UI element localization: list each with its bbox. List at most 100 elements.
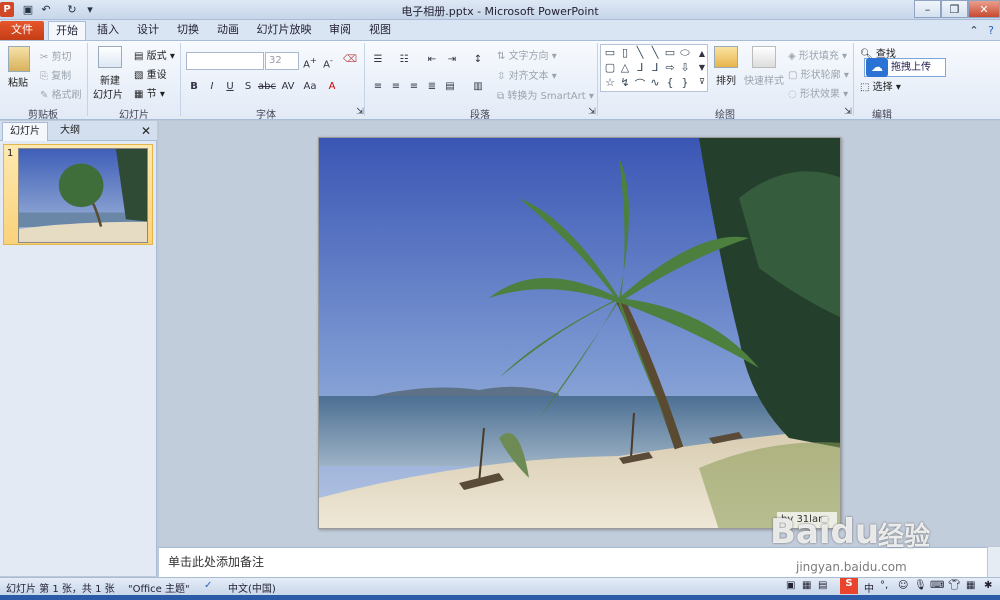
align-left-icon[interactable]: ≡ xyxy=(370,79,386,95)
ime-settings-icon[interactable]: ✱ xyxy=(984,580,992,591)
shape-arc-icon[interactable]: ⌒ xyxy=(633,76,647,92)
line-spacing-icon[interactable]: ↕ xyxy=(470,52,486,68)
shape-star-icon[interactable]: ☆ xyxy=(603,76,617,89)
close-panel-icon[interactable]: ✕ xyxy=(138,122,154,141)
slide-thumbnail-image[interactable] xyxy=(18,148,148,243)
cut-button[interactable]: ✂ 剪切 xyxy=(40,48,72,63)
new-slide-label[interactable]: 新建 xyxy=(100,72,120,87)
char-spacing-icon[interactable]: AV xyxy=(280,79,296,95)
shape-fill-button[interactable]: ◈ 形状填充 ▾ xyxy=(788,47,847,62)
shape-brace-right-icon[interactable]: } xyxy=(678,76,692,89)
ime-punct-icon[interactable]: °, xyxy=(880,580,888,591)
bold-icon[interactable]: B xyxy=(186,79,202,95)
tab-review[interactable]: 审阅 xyxy=(322,21,358,40)
italic-icon[interactable]: I xyxy=(204,79,220,95)
shape-brace-left-icon[interactable]: { xyxy=(663,76,677,89)
justify-icon[interactable]: ≣ xyxy=(424,79,440,95)
quick-styles-button[interactable]: 快速样式 xyxy=(744,72,784,87)
shape-line2-icon[interactable]: ╲ xyxy=(648,46,662,59)
tab-insert[interactable]: 插入 xyxy=(90,21,126,40)
shape-effects-button[interactable]: ◌ 形状效果 ▾ xyxy=(788,85,848,100)
section-button[interactable]: ▦ 节 ▾ xyxy=(134,85,165,100)
arrange-icon[interactable] xyxy=(714,46,738,68)
decrease-indent-icon[interactable]: ⇤ xyxy=(424,52,440,68)
shapes-more-icon[interactable]: ⊽ xyxy=(694,74,710,90)
shape-arrow-right-icon[interactable]: ⇨ xyxy=(663,61,677,74)
select-button[interactable]: ⬚ 选择 ▾ xyxy=(860,78,901,93)
shape-freeform-icon[interactable]: ∿ xyxy=(648,76,662,89)
layout-button[interactable]: ▤ 版式 ▾ xyxy=(134,47,175,62)
close-button[interactable]: ✕ xyxy=(968,0,1000,18)
new-slide-icon[interactable] xyxy=(98,46,122,68)
shape-oval-icon[interactable]: ⬭ xyxy=(678,46,692,60)
shape-line-icon[interactable]: ╲ xyxy=(633,46,647,59)
shape-rect-icon[interactable]: ▭ xyxy=(663,46,677,59)
columns-icon[interactable]: ▥ xyxy=(470,79,486,95)
notes-scrollbar[interactable] xyxy=(987,547,1000,577)
reset-button[interactable]: ▧ 重设 xyxy=(134,66,167,81)
arrange-button[interactable]: 排列 xyxy=(716,72,736,87)
change-case-icon[interactable]: Aa xyxy=(302,79,318,95)
paste-icon[interactable] xyxy=(8,46,30,72)
tab-design[interactable]: 设计 xyxy=(130,21,166,40)
tab-transitions[interactable]: 切换 xyxy=(170,21,206,40)
format-painter-button[interactable]: ✎ 格式刷 xyxy=(40,86,82,101)
new-slide-dropdown[interactable]: 幻灯片 xyxy=(93,86,123,101)
shadow-text-icon[interactable]: S xyxy=(240,79,256,95)
copy-button[interactable]: ⎘ 复制 xyxy=(40,67,71,82)
maximize-button[interactable]: ❐ xyxy=(941,0,968,18)
increase-indent-icon[interactable]: ⇥ xyxy=(444,52,460,68)
ime-sogou-icon[interactable]: S xyxy=(840,578,858,594)
ime-toolbox-icon[interactable]: ▦ xyxy=(966,580,975,591)
theme-status[interactable]: "Office 主题" xyxy=(128,580,190,595)
shrink-font-icon[interactable]: A- xyxy=(320,52,336,70)
minimize-ribbon-icon[interactable]: ⌃ xyxy=(966,23,982,39)
align-center-icon[interactable]: ≡ xyxy=(388,79,404,95)
numbering-icon[interactable]: ☷ xyxy=(396,52,412,68)
shape-vtextbox-icon[interactable]: ▯ xyxy=(618,46,632,59)
baidu-cloud-icon[interactable]: ☁ xyxy=(866,58,888,77)
normal-view-icon[interactable]: ▣ xyxy=(786,580,795,591)
shape-elbow2-icon[interactable]: ᒧ xyxy=(648,61,662,74)
tab-animations[interactable]: 动画 xyxy=(210,21,246,40)
notes-placeholder[interactable]: 单击此处添加备注 xyxy=(168,553,264,570)
ime-keyboard-icon[interactable]: ⌨ xyxy=(930,580,944,591)
tab-outline[interactable]: 大纲 xyxy=(50,122,90,141)
tab-slides[interactable]: 幻灯片 xyxy=(2,122,48,141)
underline-icon[interactable]: U xyxy=(222,79,238,95)
font-color-icon[interactable]: A xyxy=(324,79,340,95)
language-status[interactable]: 中文(中国) xyxy=(228,580,276,595)
ime-mic-icon[interactable]: 🎙︎ xyxy=(914,580,927,591)
ime-chinese-icon[interactable]: 中 xyxy=(864,580,874,595)
ime-emoji-icon[interactable]: ☺ xyxy=(898,580,908,591)
paste-button[interactable]: 粘贴 xyxy=(8,74,28,89)
reading-view-icon[interactable]: ▤ xyxy=(818,580,827,591)
tab-slideshow[interactable]: 幻灯片放映 xyxy=(252,21,316,40)
strikethrough-icon[interactable]: abc xyxy=(258,79,276,95)
align-right-icon[interactable]: ≡ xyxy=(406,79,422,95)
shape-outline-button[interactable]: ▢ 形状轮廓 ▾ xyxy=(788,66,849,81)
slide-image[interactable]: by 31lan xyxy=(318,137,841,529)
shape-textbox-icon[interactable]: ▭ xyxy=(603,46,617,59)
shape-arrow-down-icon[interactable]: ⇩ xyxy=(678,61,692,74)
minimize-button[interactable]: – xyxy=(914,0,941,18)
smartart-button[interactable]: ⧉ 转换为 SmartArt ▾ xyxy=(497,87,594,102)
align-text-button[interactable]: ⇳ 对齐文本 ▾ xyxy=(497,67,557,82)
ime-skin-icon[interactable]: 👕︎ xyxy=(948,580,961,591)
spellcheck-icon[interactable]: ✓ xyxy=(204,580,212,591)
shape-triangle-icon[interactable]: △ xyxy=(618,61,632,74)
tab-file[interactable]: 文件 xyxy=(0,21,44,40)
bullets-icon[interactable]: ☰ xyxy=(370,52,386,68)
clear-format-icon[interactable]: ⌫ xyxy=(342,52,358,68)
grow-font-icon[interactable]: A+ xyxy=(302,52,318,70)
shape-roundrect-icon[interactable]: ▢ xyxy=(603,61,617,74)
text-direction-button[interactable]: ⇅ 文字方向 ▾ xyxy=(497,47,557,62)
font-name-combo[interactable] xyxy=(186,52,264,70)
shape-elbow-icon[interactable]: ᒧ xyxy=(633,61,647,74)
shape-curve-icon[interactable]: ↯ xyxy=(618,76,632,89)
tab-view[interactable]: 视图 xyxy=(362,21,398,40)
font-size-combo[interactable]: 32 xyxy=(265,52,299,70)
tab-home[interactable]: 开始 xyxy=(48,21,86,40)
quick-styles-icon[interactable] xyxy=(752,46,776,68)
distributed-icon[interactable]: ▤ xyxy=(442,79,458,95)
